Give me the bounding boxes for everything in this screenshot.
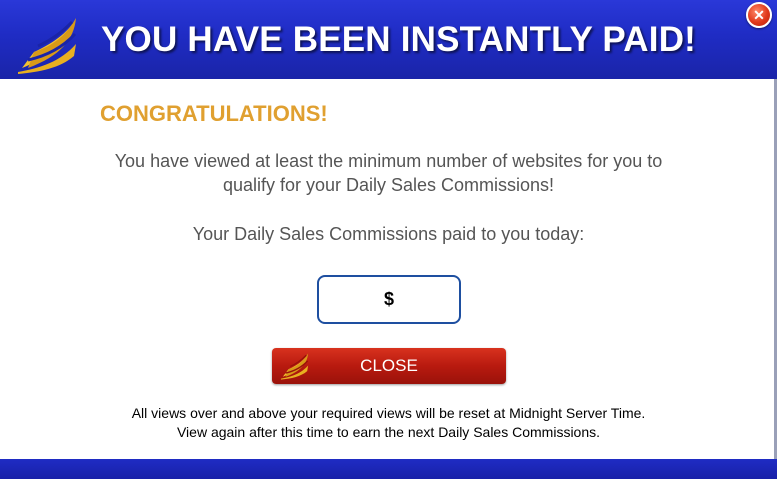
- qualify-message: You have viewed at least the minimum num…: [0, 149, 777, 197]
- header-bar: YOU HAVE BEEN INSTANTLY PAID!: [0, 0, 777, 79]
- reset-notice: All views over and above your required v…: [0, 404, 777, 442]
- commissions-label: Your Daily Sales Commissions paid to you…: [192, 224, 585, 244]
- congratulations-heading: CONGRATULATIONS!: [100, 101, 328, 126]
- sail-logo-icon: [18, 18, 77, 74]
- close-icon[interactable]: ✕: [746, 2, 772, 28]
- qualify-message-line1: You have viewed at least the minimum num…: [114, 151, 663, 171]
- dialog-title: YOU HAVE BEEN INSTANTLY PAID!: [101, 20, 697, 59]
- close-button-label: CLOSE: [360, 356, 418, 375]
- reset-notice-line1: All views over and above your required v…: [131, 405, 646, 421]
- qualify-message-line2: qualify for your Daily Sales Commissions…: [222, 175, 555, 195]
- reset-notice-line2: View again after this time to earn the n…: [176, 424, 601, 440]
- close-button[interactable]: CLOSE: [272, 348, 506, 384]
- footer-bar: [0, 459, 777, 479]
- commission-amount-display: $: [317, 275, 461, 324]
